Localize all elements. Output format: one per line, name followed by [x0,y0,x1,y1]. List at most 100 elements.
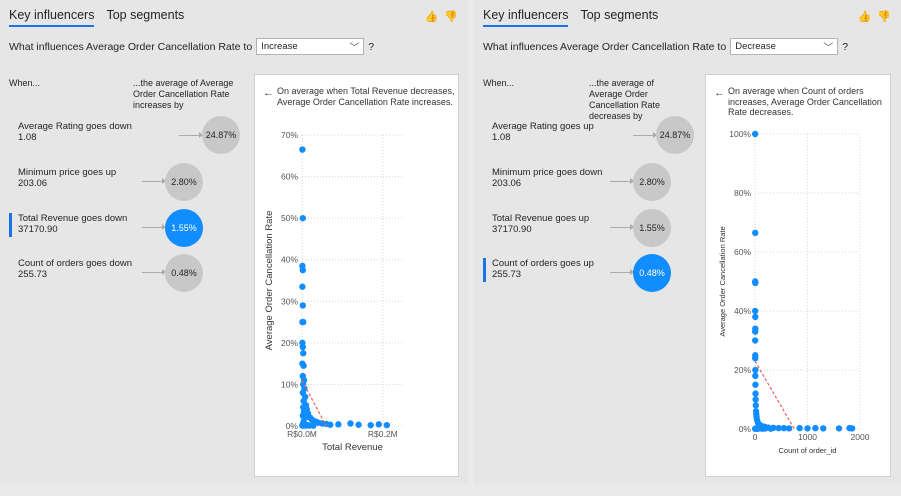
detail-description: On average when Total Revenue decreases,… [277,86,455,107]
influencer-label: Count of orders goes up 255.73 [492,258,594,280]
question-text: What influences Average Order Cancellati… [9,40,253,53]
thumbs-down-icon[interactable]: 👎 [444,10,458,23]
influencer-row[interactable]: Minimum price goes down 203.06 2.80% [483,163,713,205]
x-tick-label: 2000 [851,432,870,442]
data-point [355,421,362,428]
y-tick-label: 40% [734,306,751,316]
influence-bubble[interactable]: 2.80% [633,163,671,201]
influencer-label: Minimum price goes down 203.06 [492,167,603,189]
data-point [300,350,307,357]
y-tick-label: 40% [281,255,298,265]
data-point [820,425,827,432]
influencer-row[interactable]: Average Rating goes down 1.08 24.87% [9,116,240,159]
average-header: ...the average of Average Order Cancella… [133,78,234,110]
thumbs-down-icon[interactable]: 👎 [877,10,891,23]
data-point [327,421,334,428]
influence-bubble[interactable]: 24.87% [656,116,694,154]
tab-top-segments[interactable]: Top segments [106,8,184,27]
x-tick-label: R$0.2M [368,429,398,439]
data-point [383,421,391,429]
help-icon[interactable]: ? [368,41,374,53]
tab-bar: Key influencers Top segments [9,8,184,27]
data-point [300,362,307,369]
back-arrow-icon[interactable]: ← [263,87,274,99]
arrow-connector [610,269,634,275]
data-point [367,421,374,429]
data-point [796,424,803,432]
data-point [752,402,759,409]
direction-dropdown[interactable]: Increase ﹀ [256,38,365,55]
data-point [299,266,307,274]
selection-indicator [483,258,486,282]
data-point [752,355,759,362]
y-tick-label: 60% [281,172,298,182]
y-tick-label: 50% [281,213,298,223]
data-point [751,337,759,344]
data-point [835,425,843,432]
y-tick-label: 20% [281,338,298,348]
trend-line [754,360,795,430]
arrow-connector [142,224,166,230]
data-point [767,425,774,432]
data-point [812,424,819,432]
key-influencers-panel-left: Key influencers Top segments 👍 👎 What in… [0,0,468,485]
y-tick-label: 80% [734,188,751,198]
data-point [299,146,306,153]
influencer-row[interactable]: Count of orders goes down 255.73 0.48% [9,254,239,296]
influence-bubble[interactable]: 24.87% [202,116,240,154]
data-point [752,390,759,397]
data-point [752,325,759,332]
direction-dropdown[interactable]: Decrease ﹀ [730,38,839,55]
dropdown-value: Increase [261,41,298,52]
data-point [785,425,793,432]
data-point [752,366,759,374]
tab-top-segments[interactable]: Top segments [580,8,658,27]
detail-description: On average when Count of orders increase… [728,86,882,117]
data-point [752,279,759,287]
influence-bubble[interactable]: 0.48% [633,254,671,292]
x-tick-label: R$0.0M [287,429,317,439]
data-point [751,130,759,138]
y-axis-label: Average Order Cancellation Rate [264,211,275,351]
help-icon[interactable]: ? [842,41,848,53]
influence-bubble[interactable]: 1.55% [633,209,671,247]
influencer-row[interactable]: Total Revenue goes up 37170.90 1.55% [483,209,713,251]
data-point [299,343,307,351]
influence-bubble[interactable]: 2.80% [165,163,203,201]
influence-bubble[interactable]: 0.48% [165,254,203,292]
influencer-row-selected[interactable]: Count of orders goes up 255.73 0.48% [483,254,713,296]
thumbs-up-icon[interactable]: 👍 [858,10,872,23]
y-tick-label: 0% [739,424,752,434]
when-header: When... [9,78,41,88]
tab-key-influencers[interactable]: Key influencers [483,8,569,27]
data-point [347,420,354,427]
thumbs-up-icon[interactable]: 👍 [425,10,439,23]
x-tick-label: 0 [753,432,758,442]
y-tick-label: 30% [281,296,298,306]
influence-bubble[interactable]: 1.55% [165,209,203,247]
y-tick-label: 10% [281,379,298,389]
influencer-label: Total Revenue goes down 37170.90 [18,213,128,235]
data-point [299,214,307,222]
influencer-label: Count of orders goes down 255.73 [18,258,133,280]
data-point [299,302,307,309]
data-point [752,381,759,388]
data-point [752,313,759,321]
x-tick-label: 1000 [798,432,817,442]
data-point [310,422,317,429]
question-row: What influences Average Order Cancellati… [483,38,848,55]
arrow-connector [142,178,166,184]
tab-key-influencers[interactable]: Key influencers [9,8,95,27]
feedback-icons: 👍 👎 [425,10,458,23]
question-text: What influences Average Order Cancellati… [483,40,727,53]
influencer-row[interactable]: Minimum price goes up 203.06 2.80% [9,163,239,205]
detail-card: ← On average when Total Revenue decrease… [254,74,459,477]
arrow-connector [633,132,657,138]
data-point [804,425,811,432]
back-arrow-icon[interactable]: ← [714,87,725,99]
influencer-row-selected[interactable]: Total Revenue goes down 37170.90 1.55% [9,209,239,251]
x-axis-label: Total Revenue [322,442,383,453]
influencer-row[interactable]: Average Rating goes up 1.08 24.87% [483,116,713,159]
key-influencers-panel-right: Key influencers Top segments 👍 👎 What in… [474,0,901,485]
chevron-down-icon: ﹀ [823,43,834,54]
